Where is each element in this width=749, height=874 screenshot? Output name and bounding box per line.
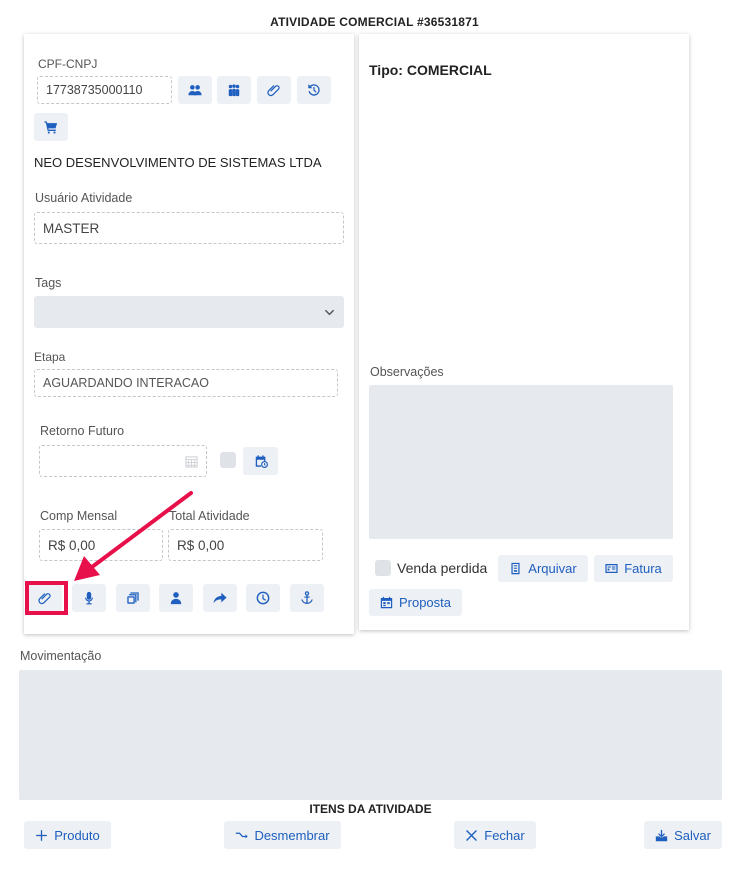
tags-select[interactable] xyxy=(34,296,344,328)
etapa-label: Etapa xyxy=(34,350,66,364)
microphone-button[interactable] xyxy=(72,584,106,612)
cart-button[interactable] xyxy=(34,113,68,141)
venda-perdida-label: Venda perdida xyxy=(397,560,488,576)
download-save-icon xyxy=(655,829,668,841)
user-label: Usuário Atividade xyxy=(35,191,133,205)
contact-button[interactable] xyxy=(159,584,193,612)
comp-label: Comp Mensal xyxy=(40,509,118,523)
cart-icon xyxy=(44,121,58,134)
fechar-button[interactable]: Fechar xyxy=(454,821,536,849)
cpf-input[interactable]: 17738735000110 xyxy=(37,76,172,104)
paperclip-icon xyxy=(267,85,280,97)
comp-input[interactable]: R$ 0,00 xyxy=(39,529,163,561)
arquivar-label: Arquivar xyxy=(528,561,577,576)
desmembrar-label: Desmembrar xyxy=(254,827,330,843)
company-name: NEO DESENVOLVIMENTO DE SISTEMAS LTDA xyxy=(34,155,322,170)
retorno-date-input[interactable] xyxy=(39,445,207,477)
person-icon xyxy=(170,592,182,605)
salvar-button[interactable]: Salvar xyxy=(644,821,722,849)
desmembrar-button[interactable]: Desmembrar xyxy=(224,821,341,849)
itens-title: ITENS DA ATIVIDADE xyxy=(309,802,432,816)
anchor-icon xyxy=(301,591,313,604)
invoice-icon xyxy=(605,564,618,573)
etapa-input[interactable]: AGUARDANDO INTERACAO xyxy=(34,369,338,397)
attach-button[interactable] xyxy=(257,76,291,104)
copy-icon xyxy=(127,592,139,604)
forward-button[interactable] xyxy=(203,584,237,612)
microphone-icon xyxy=(85,591,93,605)
venda-perdida-checkbox[interactable] xyxy=(375,560,391,576)
right-panel xyxy=(359,34,689,630)
salvar-label: Salvar xyxy=(674,827,711,843)
fatura-label: Fatura xyxy=(624,561,662,576)
arquivar-button[interactable]: Arquivar xyxy=(498,555,588,582)
schedule-button[interactable] xyxy=(243,447,278,475)
anchor-button[interactable] xyxy=(290,584,324,612)
observacoes-textarea[interactable] xyxy=(369,385,673,539)
proposta-label: Proposta xyxy=(398,595,452,610)
total-label: Total Atividade xyxy=(169,509,250,523)
archive-icon xyxy=(511,562,520,575)
total-input[interactable]: R$ 0,00 xyxy=(168,529,323,561)
produto-label: Produto xyxy=(54,827,100,843)
clock-button[interactable] xyxy=(246,584,280,612)
fatura-button[interactable]: Fatura xyxy=(594,555,673,582)
plus-icon xyxy=(36,829,47,841)
group-icon xyxy=(228,84,240,97)
history-button[interactable] xyxy=(297,76,331,104)
proposta-button[interactable]: Proposta xyxy=(369,589,462,616)
observacoes-label: Observações xyxy=(370,365,444,379)
clock-icon xyxy=(256,591,270,605)
history-icon xyxy=(308,84,320,96)
group-button[interactable] xyxy=(217,76,251,104)
fechar-label: Fechar xyxy=(484,827,525,843)
highlight-box xyxy=(25,581,68,615)
calendar-icon xyxy=(185,456,198,468)
produto-button[interactable]: Produto xyxy=(24,821,111,849)
share-icon xyxy=(213,592,227,604)
page-title: ATIVIDADE COMERCIAL #36531871 xyxy=(270,15,479,29)
retorno-label: Retorno Futuro xyxy=(40,424,125,438)
close-icon xyxy=(466,829,478,841)
user-input[interactable]: MASTER xyxy=(34,212,344,244)
tipo-label: Tipo: COMERCIAL xyxy=(369,62,492,78)
tags-label: Tags xyxy=(35,276,62,290)
calendar-clock-icon xyxy=(255,455,268,468)
users-button[interactable] xyxy=(178,76,212,104)
split-icon xyxy=(236,832,249,838)
cpf-label: CPF-CNPJ xyxy=(38,57,98,71)
movimentacao-label: Movimentação xyxy=(20,649,102,663)
copy-button[interactable] xyxy=(116,584,150,612)
movimentacao-area xyxy=(19,670,722,800)
chevron-down-icon xyxy=(324,309,335,316)
retorno-checkbox[interactable] xyxy=(220,452,236,468)
users-icon xyxy=(188,85,202,96)
calendar-icon xyxy=(380,596,393,609)
